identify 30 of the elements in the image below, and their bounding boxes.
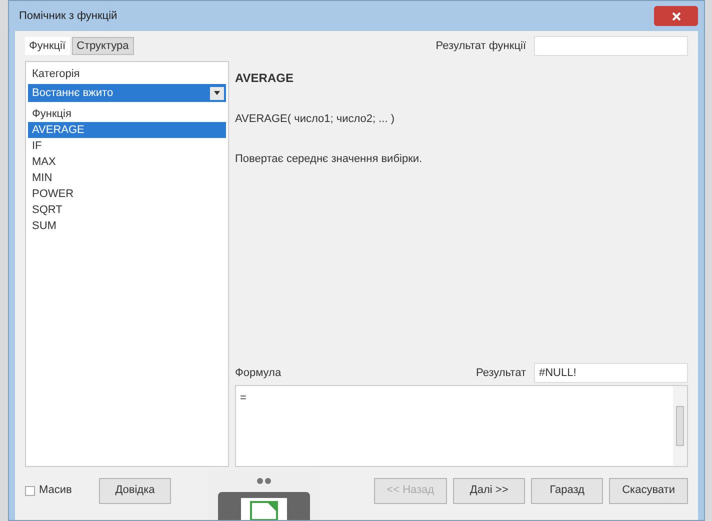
function-item[interactable]: IF <box>28 138 226 154</box>
window-title: Помічник з функцій <box>19 8 118 24</box>
function-result-label: Результат функції <box>436 38 526 54</box>
dropdown-arrow-icon <box>214 91 220 95</box>
checkbox[interactable] <box>25 486 35 496</box>
function-item[interactable]: MIN <box>28 170 226 186</box>
function-item[interactable]: SQRT <box>28 202 226 218</box>
result-label: Результат <box>476 366 526 381</box>
dialog-button[interactable]: Далі >> <box>453 478 526 504</box>
function-item[interactable]: SUM <box>28 218 226 234</box>
dialog-button[interactable]: Довідка <box>99 478 171 504</box>
array-label: Масив <box>39 483 72 498</box>
function-description: Повертає середнє значення вибірки. <box>235 152 424 167</box>
function-syntax: AVERAGE( число1; число2; ... ) <box>235 112 396 127</box>
dialog-button[interactable]: Гаразд <box>531 478 604 504</box>
formula-label: Формула <box>235 366 282 381</box>
category-dropdown[interactable]: Востаннє вжито <box>28 84 226 102</box>
close-icon <box>672 12 680 20</box>
tab[interactable]: Структура <box>72 37 134 55</box>
result-field: #NULL! <box>534 363 688 383</box>
spreadsheet-icon <box>241 498 287 520</box>
function-item[interactable]: MAX <box>28 154 226 170</box>
function-item[interactable]: AVERAGE <box>28 122 226 138</box>
dialog-button[interactable]: Скасувати <box>609 478 688 504</box>
tab[interactable]: Функції <box>25 37 70 55</box>
function-name: AVERAGE <box>235 70 294 87</box>
close-button[interactable] <box>654 6 698 26</box>
function-label: Функція <box>31 107 72 122</box>
category-label: Категорія <box>31 67 81 82</box>
function-item[interactable]: POWER <box>28 186 226 202</box>
